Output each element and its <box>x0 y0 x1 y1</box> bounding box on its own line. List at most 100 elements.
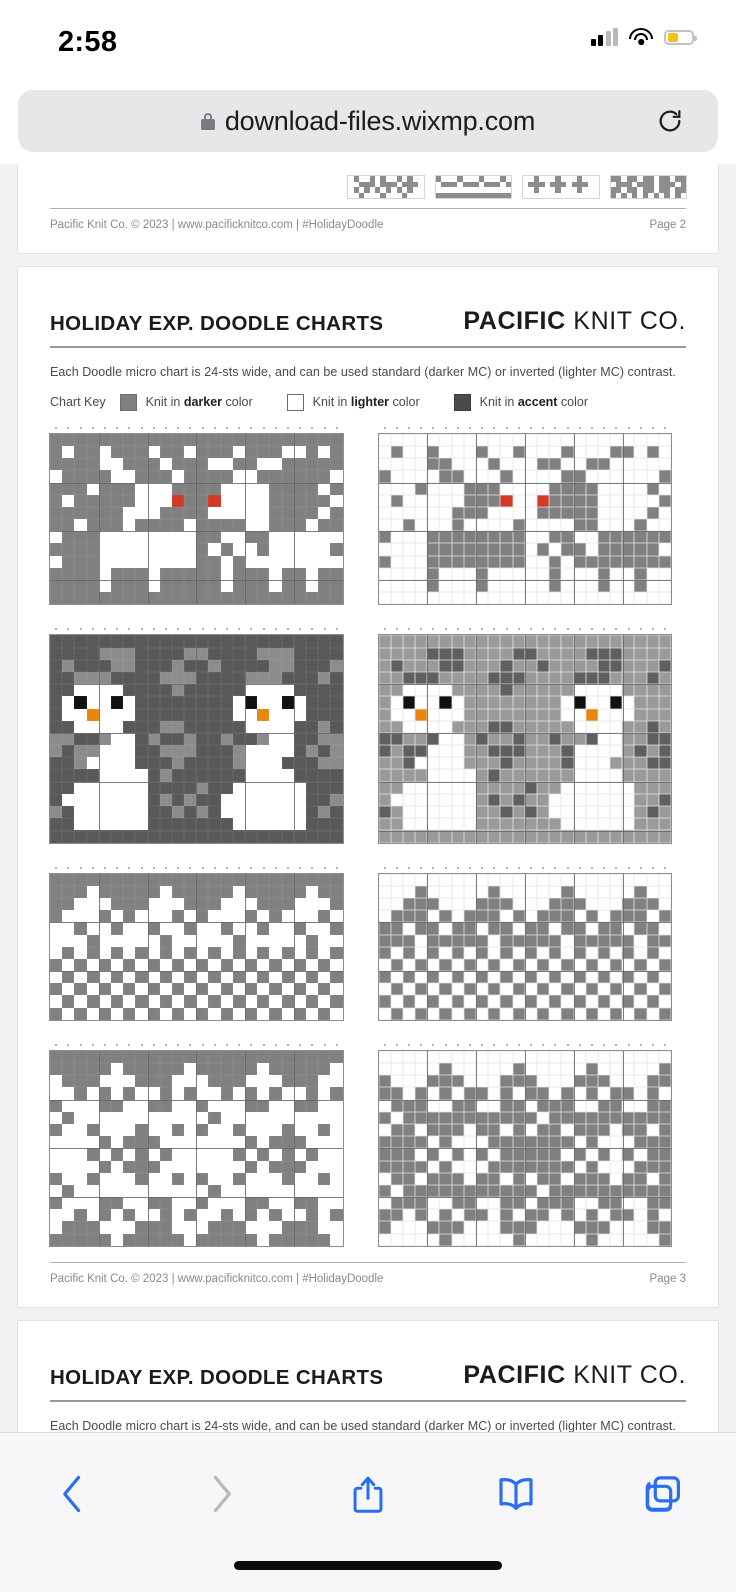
chart-cell <box>98 971 111 984</box>
chart-cell <box>305 1209 319 1222</box>
chart-cell <box>196 635 209 648</box>
chart-cell <box>500 769 513 782</box>
chart-cell <box>269 910 282 923</box>
web-content[interactable]: Pacific Knit Co. © 2023 | www.pacifickni… <box>0 164 736 1432</box>
chart-cell <box>110 696 124 709</box>
document-page-3: HOLIDAY EXP. DOODLE CHARTS PACIFIC KNIT … <box>18 267 718 1308</box>
chart-cell <box>585 922 598 935</box>
chart-cell <box>110 519 124 532</box>
chart-cell <box>415 543 428 556</box>
chart-cell <box>305 580 319 593</box>
chart-cell <box>561 1221 574 1234</box>
chart-cell <box>147 555 160 568</box>
address-bar[interactable]: download-files.wixmp.com <box>18 90 718 152</box>
chart-cell <box>549 1221 562 1234</box>
chart-cell <box>269 506 282 520</box>
chart-cell <box>488 793 501 807</box>
chart-cell <box>561 1063 574 1076</box>
chart-cell <box>98 1123 111 1137</box>
chart-cell <box>98 830 111 843</box>
chart-gridline-horizontal <box>378 781 672 783</box>
chart-cell <box>378 1197 391 1210</box>
page-gap <box>0 1307 736 1322</box>
chart-cell <box>658 946 671 959</box>
chart-cell <box>220 946 233 959</box>
chart-cell <box>488 781 501 794</box>
chart-cell <box>658 635 671 648</box>
chart-cell <box>257 659 270 672</box>
chart-cell <box>622 971 635 984</box>
chart-cell <box>378 745 391 758</box>
chart-cell <box>536 757 550 770</box>
chart-cell <box>658 1050 671 1064</box>
chart-cell <box>232 519 245 532</box>
chart-cell <box>549 830 562 843</box>
chart-cell <box>658 983 671 996</box>
chart-cell <box>159 567 172 581</box>
chart-cell <box>281 659 294 672</box>
back-icon[interactable] <box>46 1467 100 1521</box>
chart-cell <box>123 806 136 819</box>
chart-cell <box>402 1172 416 1185</box>
chart-cell <box>610 745 623 758</box>
chart-cell <box>305 696 319 709</box>
chart-cell <box>293 946 306 959</box>
chart-cell <box>330 934 343 947</box>
chart-cell <box>476 769 489 782</box>
chart-cell <box>196 873 209 886</box>
chart-cell <box>135 897 148 911</box>
chart-cell <box>50 635 63 648</box>
chart-cell <box>208 910 221 923</box>
chart-cell <box>476 1099 489 1112</box>
chart-cell <box>573 1148 586 1161</box>
chart-cell <box>573 567 586 581</box>
chart-cell <box>220 1172 233 1185</box>
bookmarks-icon[interactable] <box>489 1467 543 1521</box>
tabs-icon[interactable] <box>636 1467 690 1521</box>
chart-cell <box>451 958 464 972</box>
chart-cell <box>585 732 598 746</box>
chart-cell <box>293 732 306 746</box>
chart-cell <box>451 531 464 544</box>
chart-cell <box>390 934 403 947</box>
chart-cell <box>634 647 647 660</box>
chart-cell <box>634 806 647 819</box>
chart-cell <box>135 958 148 972</box>
chart-cell <box>476 897 489 911</box>
chart-cell <box>536 1221 550 1234</box>
chart-cell <box>585 830 598 843</box>
chart-cell <box>232 1172 245 1185</box>
chart-cell <box>245 519 258 532</box>
chart-cell <box>549 1087 562 1100</box>
chart-cell <box>610 971 623 984</box>
chart-cell <box>123 470 136 483</box>
chart-cell <box>463 647 476 660</box>
chart-cell <box>585 934 598 947</box>
chart-cell <box>634 757 647 770</box>
share-icon[interactable] <box>341 1467 395 1521</box>
chart-cell <box>646 958 659 972</box>
chart-cell <box>62 470 75 483</box>
chart-cell <box>98 1136 111 1149</box>
chart-cell <box>159 470 172 483</box>
chart-cell <box>232 1007 245 1020</box>
chart-cell <box>402 1123 416 1137</box>
reload-icon[interactable] <box>656 107 684 135</box>
chart-cell <box>561 458 574 471</box>
chart-cell <box>463 659 476 672</box>
chart-cell <box>135 1197 148 1210</box>
chart-cell <box>245 971 258 984</box>
footer-credit: Pacific Knit Co. © 2023 | www.pacifickni… <box>50 1273 384 1286</box>
chart-cell <box>305 769 319 782</box>
chart-cell <box>62 897 75 911</box>
chart-cell <box>512 769 525 782</box>
chart-cell <box>597 458 611 471</box>
chart-cell <box>293 1197 306 1210</box>
chart-cell <box>123 757 136 770</box>
chart-cell <box>305 1221 319 1234</box>
chart-cell <box>135 769 148 782</box>
chart-cell <box>147 1136 160 1149</box>
chart-cell <box>476 1184 489 1198</box>
chart-cell <box>196 1233 209 1246</box>
chart-cell <box>500 934 513 947</box>
